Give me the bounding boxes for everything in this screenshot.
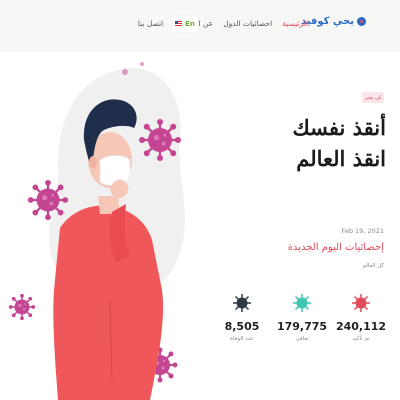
stats-subtitle: كل العالم <box>362 263 384 269</box>
hero-headline: أنقذ نفسك انقذ العالم <box>292 112 386 174</box>
headline-line-1: أنقذ نفسك <box>292 115 386 140</box>
stat-label: تم تأكيد <box>352 336 370 342</box>
headline-line-2: انقذ العالم <box>296 146 386 171</box>
virus-icon <box>8 293 36 321</box>
stat-value: 179,775 <box>276 320 328 333</box>
stat-label: تعافى <box>295 336 309 342</box>
face-mask <box>99 155 131 186</box>
stat-recovered: 179,775 تعافى <box>274 292 330 342</box>
person-shirt <box>53 205 164 400</box>
virus-icon <box>26 178 70 222</box>
logo-text: يحي كوفيد <box>300 16 354 27</box>
top-navigation-bar: يحي كوفيد الرئيسية احصائيات الدول عن الف… <box>0 0 400 52</box>
hero-tag: كن بخير <box>362 92 384 103</box>
virus-icon <box>137 117 183 163</box>
virus-icon <box>352 294 370 312</box>
stats-date: Feb 19, 2021 <box>341 227 384 235</box>
language-switch-button[interactable]: En <box>172 16 198 32</box>
virus-icon <box>233 294 251 312</box>
logo-icon <box>357 17 366 26</box>
virus-icon <box>293 294 311 312</box>
stats-title[interactable]: إحصائيات اليوم الجديدة <box>288 242 384 253</box>
stat-deaths: 8,505 عدد الوفاة <box>214 292 270 342</box>
us-flag-icon <box>175 21 183 27</box>
stat-label: عدد الوفاة <box>230 336 254 342</box>
stat-value: 8,505 <box>224 320 260 333</box>
nav-item-home[interactable]: الرئيسية <box>282 19 308 28</box>
stat-confirmed: 240,112 تم تأكيد <box>333 292 389 342</box>
main-nav: الرئيسية احصائيات الدول عن الفيروس اتصل … <box>138 19 308 28</box>
nav-item-contact[interactable]: اتصل بنا <box>138 19 163 28</box>
language-label: En <box>185 20 195 28</box>
logo[interactable]: يحي كوفيد <box>301 16 366 27</box>
stat-value: 240,112 <box>335 320 387 333</box>
nav-item-country-stats[interactable]: احصائيات الدول <box>223 19 272 28</box>
hero-illustration <box>8 62 185 400</box>
